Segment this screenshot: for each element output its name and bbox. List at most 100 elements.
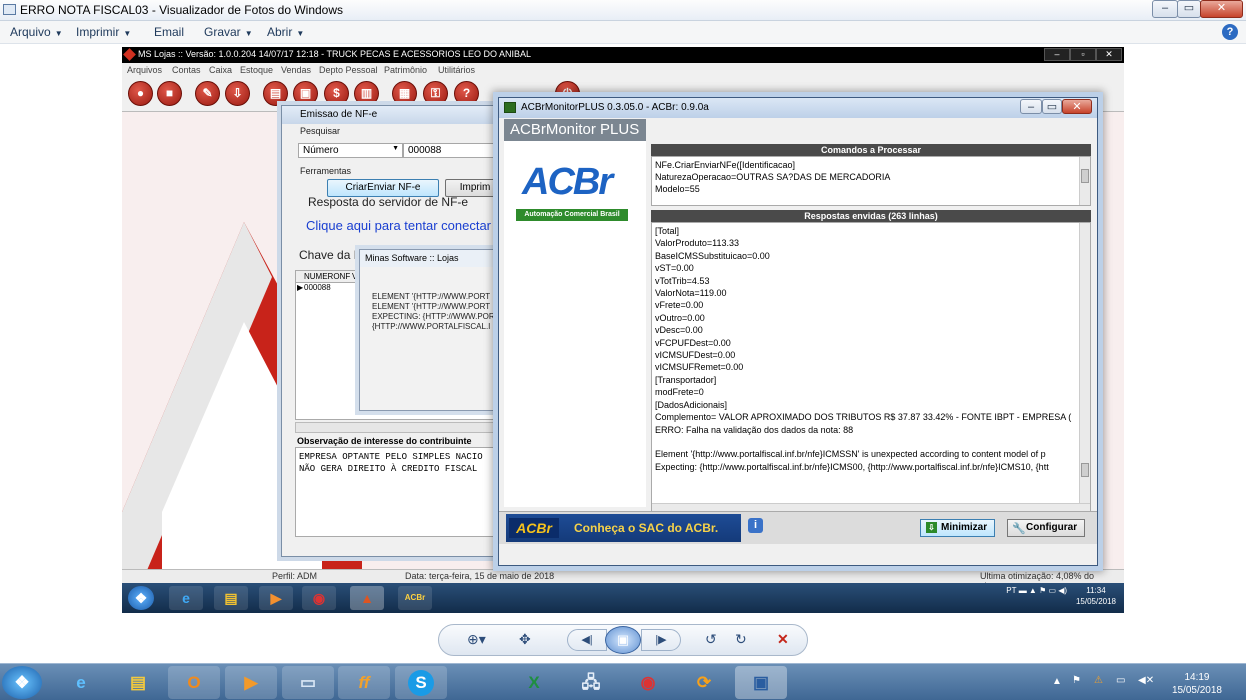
ms-menu-estoque[interactable]: Estoque [240,65,273,75]
nfe-title: Emissao de NF-e [300,109,378,120]
menu-gravar[interactable]: Gravar ▼ [204,25,253,39]
configurar-button[interactable]: 🔧 Configurar [1007,519,1085,537]
menu-email[interactable]: Email [154,25,184,39]
firefly-icon[interactable]: ff [338,666,390,699]
document-icon[interactable]: ▤ [263,81,288,106]
sync-icon[interactable]: ⟳ [678,666,730,699]
download-icon[interactable]: ⇩ [225,81,250,106]
network-tray-icon[interactable]: ▭ [1116,675,1125,686]
command-line: NFe.CriarEnviarNFe([Identificacao] [655,160,796,170]
ms-menu-arquivos[interactable]: Arquivos [127,65,162,75]
command-line: NaturezaOperacao=OUTRAS SA?DAS DE MERCAD… [655,172,891,182]
ms-menu-vendas[interactable]: Vendas [281,65,311,75]
key-icon[interactable]: ⚿ [423,81,448,106]
menu-gravar-label: Gravar [204,25,241,39]
vertical-scrollbar[interactable] [1079,157,1090,205]
menu-imprimir[interactable]: Imprimir ▼ [76,25,131,39]
viewer-maximize-button[interactable]: ▭ [1177,0,1201,18]
help-icon[interactable]: ? [1222,24,1238,40]
ms-minimize-button[interactable]: ‒ [1044,48,1070,61]
sac-banner[interactable]: ACBr Conheça o SAC do ACBr. [506,514,741,542]
chevron-down-icon: ▼ [54,29,63,38]
actual-size-icon[interactable]: ✥ [519,631,531,648]
viewer-app-icon [3,4,16,15]
sac-logo: ACBr [509,518,559,538]
vertical-scrollbar[interactable] [1079,223,1090,504]
responses-textarea[interactable]: [Total] ValorProduto=113.33 BaseICMSSubsti… [651,222,1091,515]
acbr-minimize-button[interactable]: ‒ [1020,99,1042,114]
users-icon[interactable]: ● [128,81,153,106]
volume-icon[interactable]: ◀✕ [1138,675,1154,686]
ms-maximize-button[interactable]: ▫ [1070,48,1096,61]
response-line: vDesc=0.00 [655,325,703,336]
search-type-select[interactable]: Número ▼ [298,143,403,158]
menu-arquivo[interactable]: Arquivo ▼ [10,25,63,39]
viewer-close-button[interactable]: ✕ [1200,0,1243,18]
response-line: BaseICMSSubstituicao=0.00 [655,250,770,261]
minimizar-button[interactable]: ⇩ Minimizar [920,519,995,537]
ms-lojas-task-icon[interactable]: ▲ [350,586,384,610]
help-icon[interactable]: ? [454,81,479,106]
acbr-close-button[interactable]: ✕ [1062,99,1092,114]
network-icon[interactable]: 🖧 [565,666,617,699]
obs-textarea[interactable]: EMPRESA OPTANTE PELO SIMPLES NACIO NÃO G… [295,447,505,537]
viewer-controls: ⊕▾ ✥ ◀| ▣ |▶ ↺ ↻ ✕ [438,624,808,656]
acbr-task-icon[interactable]: ACBr [398,586,432,610]
scroll-thumb[interactable] [1081,463,1089,477]
ie-icon[interactable]: e [55,666,107,699]
photo-viewer-icon[interactable]: ▣ [735,666,787,699]
clock[interactable]: 14:19 15/05/2018 [1172,671,1222,697]
acbr-maximize-button[interactable]: ▭ [1042,99,1062,114]
stop-icon[interactable]: ■ [157,81,182,106]
ms-menu-depto-pessoal[interactable]: Depto Pessoal [319,65,378,75]
acbr-monitor-window: ACBrMonitorPLUS 0.3.05.0 - ACBr: 0.9.0a … [498,97,1098,566]
stamp-icon[interactable]: ▣ [293,81,318,106]
explorer-icon[interactable]: ▤ [112,666,164,699]
explorer-icon[interactable]: ▤ [214,586,248,610]
page-icon[interactable]: ▥ [354,81,379,106]
delete-icon[interactable]: ✕ [777,631,789,648]
search-number-input[interactable]: 000088 [403,143,503,158]
warning-icon[interactable]: ⚠ [1094,675,1103,686]
menu-abrir[interactable]: Abrir ▼ [267,25,304,39]
outlook-icon[interactable]: O [168,666,220,699]
slideshow-icon[interactable]: ▣ [605,626,641,654]
calculator-icon[interactable]: ▦ [392,81,417,106]
start-orb-icon[interactable]: ❖ [2,666,42,699]
remote-desktop-icon[interactable]: ▭ [282,666,334,699]
chrome-icon[interactable]: ◉ [622,666,674,699]
edit-icon[interactable]: ✎ [195,81,220,106]
ms-menu-caixa[interactable]: Caixa [209,65,232,75]
scroll-thumb[interactable] [1081,169,1089,183]
commands-textarea[interactable]: NFe.CriarEnviarNFe([Identificacao] Natur… [651,156,1091,206]
retry-connect-link[interactable]: Clique aqui para tentar conectar [306,218,491,233]
zoom-icon[interactable]: ⊕▾ [467,631,486,648]
start-orb-icon[interactable]: ❖ [128,586,154,610]
viewer-minimize-button[interactable]: ‒ [1152,0,1178,18]
response-line: ValorNota=119.00 [655,288,727,299]
excel-icon[interactable]: X [508,666,560,699]
media-icon[interactable]: ▶ [259,586,293,610]
flag-icon[interactable]: ⚑ [1072,675,1081,686]
inner-tray-time: 11:34 [1086,586,1106,595]
info-icon[interactable]: i [748,518,763,533]
minimizar-label: Minimizar [941,522,988,533]
horizontal-scrollbar[interactable] [295,422,505,433]
money-bag-icon[interactable]: $ [324,81,349,106]
ms-lojas-title: MS Lojas :: Versão: 1.0.0.204 14/07/17 1… [138,49,532,59]
media-icon[interactable]: ▶ [225,666,277,699]
ms-menu-patrimonio[interactable]: Patrimônio [384,65,427,75]
acbr-app-icon [504,102,516,113]
chrome-icon[interactable]: ◉ [302,586,336,610]
inner-tray-date: 15/05/2018 [1075,597,1116,606]
ie-icon[interactable]: e [169,586,203,610]
ms-menu-contas[interactable]: Contas [172,65,201,75]
rotate-left-icon[interactable]: ↺ [705,631,717,648]
ms-close-button[interactable]: ✕ [1096,48,1122,61]
skype-icon[interactable]: S [395,666,447,699]
previous-icon[interactable]: ◀| [567,629,607,651]
show-hidden-icon[interactable]: ▲ [1052,676,1062,687]
ms-menu-utilitarios[interactable]: Utilitários [438,65,475,75]
next-icon[interactable]: |▶ [641,629,681,651]
rotate-right-icon[interactable]: ↻ [735,631,747,648]
